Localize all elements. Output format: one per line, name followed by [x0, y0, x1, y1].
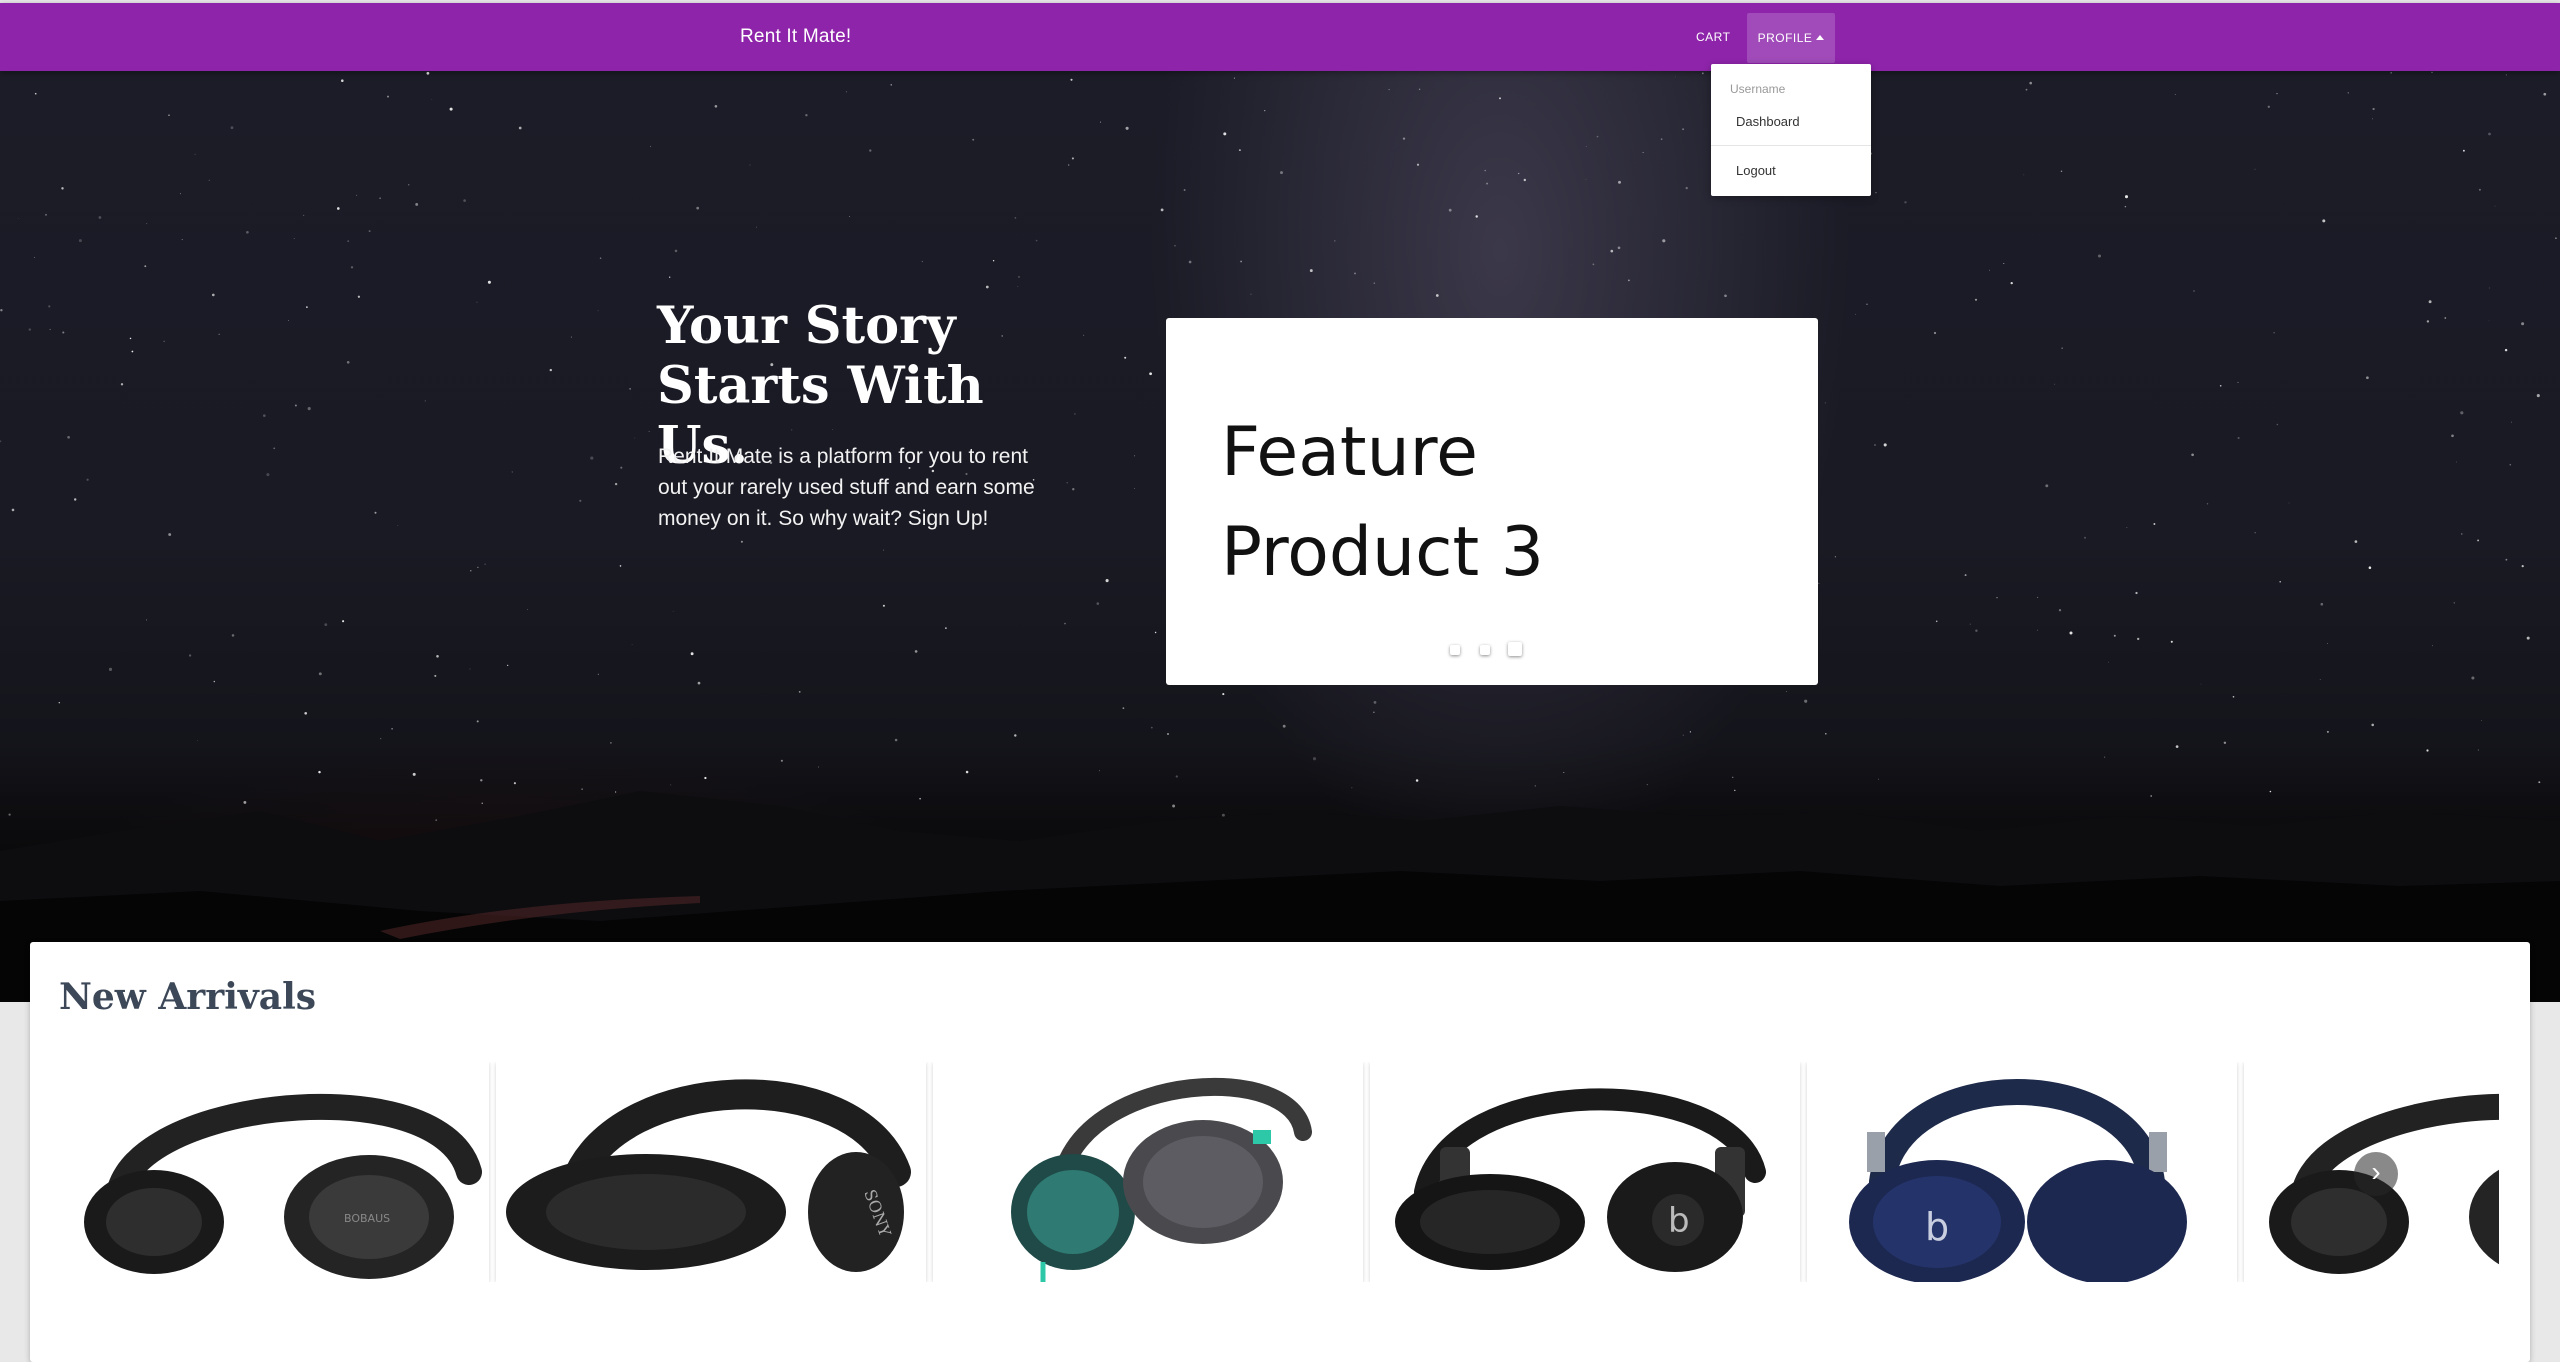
new-arrivals-section: New Arrivals BOBAUS SONY b b: [30, 942, 2530, 1362]
carousel-caption: Feature Product 3: [1221, 403, 1641, 603]
headphones-beats-black-icon: b: [1395, 1088, 1766, 1272]
svg-text:b: b: [1668, 1201, 1690, 1241]
carousel-next-button[interactable]: ›: [2354, 1152, 2398, 1196]
product-card[interactable]: b: [1370, 1062, 1800, 1282]
profile-dropdown-toggle[interactable]: PROFILE: [1747, 13, 1835, 63]
headphones-teal-icon: [1011, 1078, 1312, 1282]
headphones-black-icon: BOBAUS: [84, 1093, 482, 1279]
hero-description: Rent It Mate is a platform for you to re…: [658, 445, 1035, 530]
carousel-caption-line-1: Feature: [1221, 413, 1478, 492]
product-card[interactable]: [933, 1062, 1363, 1282]
feature-product-carousel[interactable]: Feature Product 3: [1166, 318, 1818, 685]
logout-menu-item[interactable]: Logout: [1711, 156, 1871, 186]
product-card[interactable]: BOBAUS: [59, 1062, 489, 1282]
dashboard-menu-item[interactable]: Dashboard: [1711, 107, 1871, 137]
new-arrivals-title: New Arrivals: [59, 976, 317, 1018]
product-carousel-track: BOBAUS SONY b b: [59, 1062, 2499, 1282]
headphones-black-icon: SONY: [506, 1079, 911, 1272]
carousel-indicator-2[interactable]: [1480, 645, 1490, 655]
chevron-right-icon: ›: [2371, 1156, 2381, 1187]
cart-link[interactable]: CART: [1688, 3, 1738, 71]
carousel-indicator-1[interactable]: [1450, 645, 1460, 655]
profile-label: PROFILE: [1757, 31, 1813, 45]
brand-link[interactable]: Rent It Mate!: [740, 3, 851, 71]
caret-up-icon: [1816, 35, 1825, 41]
svg-text:b: b: [1925, 1205, 1949, 1249]
product-card[interactable]: b: [1807, 1062, 2237, 1282]
dropdown-header-username: Username: [1730, 82, 1786, 96]
top-navbar: Rent It Mate! CART PROFILE: [0, 3, 2560, 71]
product-card[interactable]: SONY: [496, 1062, 926, 1282]
profile-dropdown-menu: Username Dashboard Logout: [1711, 64, 1871, 196]
headphones-beats-blue-icon: b: [1849, 1079, 2187, 1282]
carousel-caption-line-2: Product 3: [1221, 513, 1545, 592]
product-logo: BOBAUS: [344, 1212, 390, 1225]
hero-title-line-1: Your Story: [657, 296, 956, 356]
dropdown-divider: [1711, 145, 1871, 146]
carousel-indicator-3[interactable]: [1508, 642, 1522, 656]
